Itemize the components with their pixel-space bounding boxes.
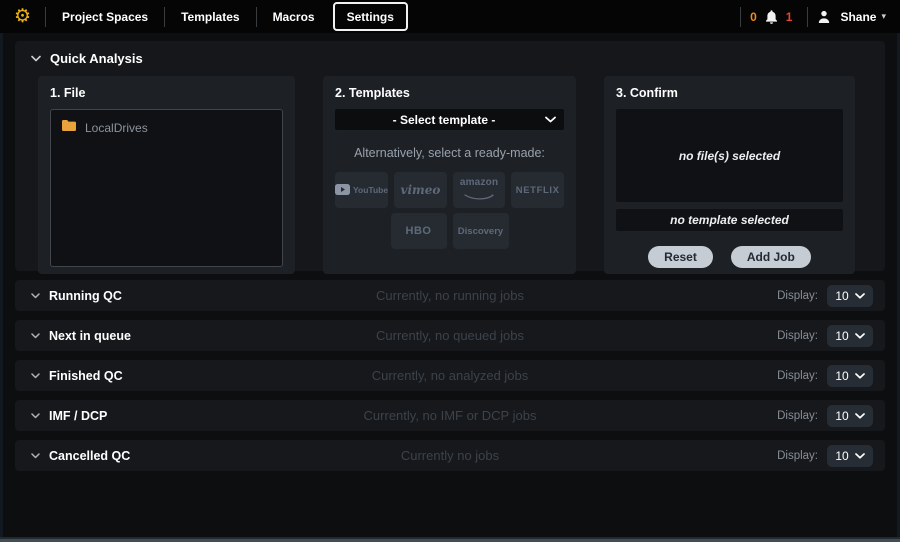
section-next-in-queue: Next in queue Currently, no queued jobs … — [15, 320, 885, 351]
display-count-select[interactable]: 10 — [827, 285, 873, 307]
display-label: Display: — [777, 330, 818, 342]
nav-divider — [45, 7, 46, 27]
section-finished-qc: Finished QC Currently, no analyzed jobs … — [15, 360, 885, 391]
window-bottom-edge — [0, 537, 900, 542]
folder-icon — [61, 119, 77, 137]
main-content: Quick Analysis 1. File LocalDrives 2. Te… — [0, 33, 900, 542]
confirm-buttons: Reset Add Job — [616, 246, 843, 268]
quick-analysis-header[interactable]: Quick Analysis — [31, 51, 869, 66]
chevron-down-icon — [855, 413, 865, 419]
user-name[interactable]: Shane — [840, 10, 876, 24]
section-title: Quick Analysis — [50, 51, 143, 66]
provider-row-2: HBO Discovery — [335, 213, 564, 249]
template-select[interactable]: - Select template - — [335, 109, 564, 130]
notification-count-right: 1 — [786, 10, 793, 24]
chevron-down-icon — [31, 413, 40, 419]
amazon-smile-icon — [464, 188, 494, 203]
provider-button-discovery[interactable]: Discovery — [453, 213, 509, 249]
display-count-select[interactable]: 10 — [827, 405, 873, 427]
caret-down-icon[interactable]: ▾ — [881, 11, 886, 22]
chevron-down-icon — [31, 55, 41, 62]
chevron-down-icon — [31, 373, 40, 379]
quick-analysis-panels: 1. File LocalDrives 2. Templates - Selec… — [31, 76, 869, 274]
chevron-down-icon — [31, 453, 40, 459]
display-count-select[interactable]: 10 — [827, 325, 873, 347]
templates-panel-title: 2. Templates — [335, 86, 564, 100]
notification-count-left: 0 — [750, 10, 757, 24]
add-job-button[interactable]: Add Job — [731, 246, 811, 268]
section-running-qc: Running QC Currently, no running jobs Di… — [15, 280, 885, 311]
chevron-down-icon — [855, 293, 865, 299]
chevron-down-icon — [855, 333, 865, 339]
section-cancelled-qc: Cancelled QC Currently no jobs Display: … — [15, 440, 885, 471]
tree-item-localdrives[interactable]: LocalDrives — [61, 119, 272, 137]
nav-item-project-spaces[interactable]: Project Spaces — [48, 0, 162, 33]
top-nav: ⚙ Project Spaces Templates Macros Settin… — [0, 0, 900, 33]
youtube-play-icon — [335, 183, 350, 198]
file-tree[interactable]: LocalDrives — [50, 109, 283, 267]
tree-item-label: LocalDrives — [85, 121, 148, 135]
display-count-select[interactable]: 10 — [827, 445, 873, 467]
file-panel-title: 1. File — [50, 86, 283, 100]
nav-divider — [740, 7, 741, 27]
section-header[interactable]: IMF / DCP — [31, 409, 191, 423]
selected-files-box: no file(s) selected — [616, 109, 843, 202]
section-header[interactable]: Cancelled QC — [31, 449, 191, 463]
provider-button-hbo[interactable]: HBO — [391, 213, 447, 249]
section-header[interactable]: Next in queue — [31, 329, 191, 343]
chevron-down-icon — [545, 116, 556, 123]
bell-icon[interactable] — [764, 9, 779, 25]
selected-template-box: no template selected — [616, 209, 843, 231]
display-label: Display: — [777, 370, 818, 382]
file-panel: 1. File LocalDrives — [38, 76, 295, 274]
nav-item-templates[interactable]: Templates — [167, 0, 253, 33]
quick-analysis-section: Quick Analysis 1. File LocalDrives 2. Te… — [15, 41, 885, 271]
provider-button-vimeo[interactable]: vimeo — [394, 172, 447, 208]
nav-divider — [256, 7, 257, 27]
chevron-down-icon — [31, 333, 40, 339]
chevron-down-icon — [855, 453, 865, 459]
no-files-text: no file(s) selected — [679, 149, 780, 163]
section-header[interactable]: Finished QC — [31, 369, 191, 383]
template-select-value: - Select template - — [343, 113, 545, 127]
confirm-panel-title: 3. Confirm — [616, 86, 843, 100]
chevron-down-icon — [855, 373, 865, 379]
chevron-down-icon — [31, 293, 40, 299]
display-count-select[interactable]: 10 — [827, 365, 873, 387]
nav-item-settings[interactable]: Settings — [333, 2, 408, 31]
confirm-panel: 3. Confirm no file(s) selected no templa… — [604, 76, 855, 274]
provider-button-amazon[interactable]: amazon — [453, 172, 506, 208]
gear-icon[interactable]: ⚙ — [14, 7, 31, 26]
provider-row-1: YouTube vimeo amazon NETFLIX — [335, 172, 564, 208]
display-label: Display: — [777, 290, 818, 302]
display-label: Display: — [777, 410, 818, 422]
display-label: Display: — [777, 450, 818, 462]
nav-item-macros[interactable]: Macros — [259, 0, 329, 33]
reset-button[interactable]: Reset — [648, 246, 713, 268]
provider-button-netflix[interactable]: NETFLIX — [511, 172, 564, 208]
provider-button-youtube[interactable]: YouTube — [335, 172, 388, 208]
user-icon[interactable] — [816, 9, 832, 25]
section-header[interactable]: Running QC — [31, 289, 191, 303]
ready-made-hint: Alternatively, select a ready-made: — [335, 146, 564, 160]
nav-right-group: 0 1 Shane ▾ — [738, 7, 886, 27]
templates-panel: 2. Templates - Select template - Alterna… — [323, 76, 576, 274]
nav-divider — [807, 7, 808, 27]
no-template-text: no template selected — [670, 213, 789, 227]
section-imf-dcp: IMF / DCP Currently, no IMF or DCP jobs … — [15, 400, 885, 431]
nav-divider — [164, 7, 165, 27]
